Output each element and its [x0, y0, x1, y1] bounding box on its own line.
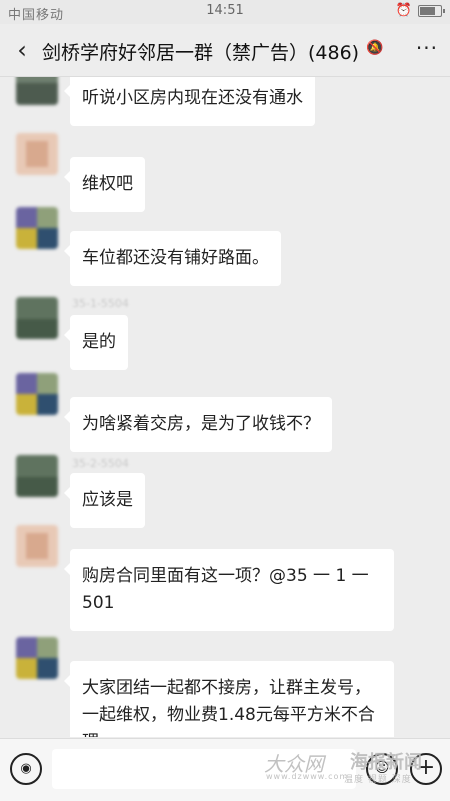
message-bubble: 是的 — [64, 315, 128, 370]
more-icon[interactable]: ··· — [416, 36, 438, 60]
alarm-icon: ⏰ — [395, 3, 412, 18]
message-list[interactable]: 听说小区房内现在还没有通水 维权吧 车位都还没有铺好路面。 35-1-5504 … — [0, 77, 450, 737]
avatar[interactable] — [16, 373, 58, 415]
status-time: 14:51 — [206, 3, 244, 18]
bell-off-icon: 🔕 — [366, 40, 384, 56]
back-chevron-icon[interactable]: ‹ — [10, 36, 34, 64]
message-bubble: 购房合同里面有这一项？@35 一 1 一 501 — [64, 549, 394, 631]
avatar[interactable] — [16, 455, 58, 497]
watermark-domain: www.dzwww.com — [266, 772, 349, 781]
avatar[interactable] — [16, 637, 58, 679]
watermark-tagline: 温度 视题 深度 — [344, 775, 412, 785]
news-watermark: 大众网 海报新闻 www.dzwww.com 温度 视题 深度 — [248, 742, 448, 790]
message-bubble: 为啥紧着交房，是为了收钱不？ — [64, 397, 332, 452]
message-bubble: 应该是 — [64, 473, 145, 528]
avatar[interactable] — [16, 77, 58, 105]
message-bubble: 维权吧 — [64, 157, 145, 212]
message-bubble: 大家团结一起都不接房，让群主发号，一起维权，物业费1.48元每平方米不合理 — [64, 661, 394, 737]
avatar[interactable] — [16, 207, 58, 249]
voice-icon[interactable]: ◉ — [10, 753, 42, 785]
watermark-news: 海报新闻 — [350, 752, 422, 773]
sender-nickname: 35-2-5504 — [72, 457, 129, 470]
status-icons: ⏰ — [395, 3, 445, 18]
status-bar: 中国移动 14:51 ⏰ — [0, 0, 450, 24]
chat-header: ‹ 剑桥学府好邻居一群（禁广告）(486) 🔕 ··· — [0, 24, 450, 77]
avatar[interactable] — [16, 133, 58, 175]
avatar[interactable] — [16, 297, 58, 339]
message-bubble: 听说小区房内现在还没有通水 — [64, 77, 315, 126]
sender-nickname: 35-1-5504 — [72, 297, 129, 310]
message-bubble: 车位都还没有铺好路面。 — [64, 231, 281, 286]
avatar[interactable] — [16, 525, 58, 567]
chat-title: 剑桥学府好邻居一群（禁广告）(486) — [42, 42, 360, 64]
battery-icon — [418, 4, 445, 17]
